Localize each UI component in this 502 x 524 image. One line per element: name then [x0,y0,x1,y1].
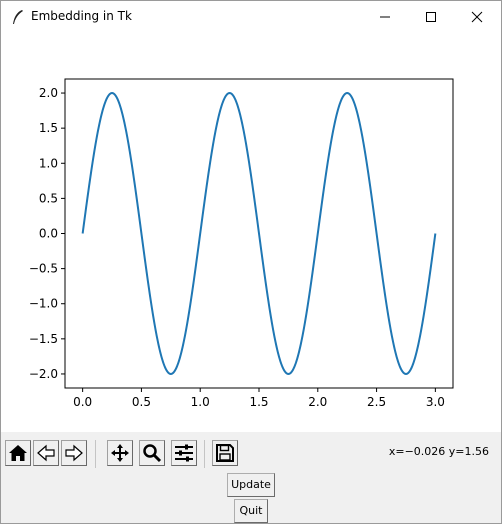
floppy-disk-icon [216,444,234,462]
toolbar-separator [204,440,205,468]
close-button[interactable] [454,1,500,32]
x-tick-label: 0.5 [132,395,151,409]
x-tick-label: 2.5 [367,395,386,409]
window-title: Embedding in Tk [31,9,132,23]
y-tick-label: 1.5 [39,121,58,135]
update-button[interactable]: Update [227,473,275,497]
title-bar[interactable]: Embedding in Tk [1,1,501,32]
cursor-coordinates: x=−0.026 y=1.56 [388,445,489,458]
minimize-button[interactable] [362,1,408,32]
feather-icon [13,10,23,24]
y-tick-label: −2.0 [29,367,58,381]
y-tick-label: 1.0 [39,156,58,170]
maximize-icon [426,12,436,22]
x-tick-label: 1.0 [191,395,210,409]
plot-canvas[interactable]: 0.0 0.5 1.0 1.5 2.0 2.5 3.0 2.0 1.5 1.0 0.5 0.0 −0.5… [1,32,501,432]
y-tick-label: 0.0 [39,227,58,241]
x-tick-label: 1.5 [249,395,268,409]
navigation-toolbar: x=−0.026 y=1.56 [1,432,501,472]
quit-button[interactable]: Quit [234,499,268,523]
x-tick-label: 3.0 [426,395,445,409]
sliders-icon [175,444,193,462]
y-tick-label: 2.0 [39,86,58,100]
x-tick-label: 2.0 [308,395,327,409]
y-tick-label: −0.5 [29,262,58,276]
forward-button[interactable] [61,440,87,466]
maximize-button[interactable] [408,1,454,32]
close-icon [471,11,483,23]
pan-button[interactable] [107,440,133,466]
toolbar-separator [95,440,96,468]
app-window: Embedding in Tk 0.0 0.5 1.0 1.5 2.0 2.5 3.0 2.0… [0,0,502,524]
x-tick-label: 0.0 [73,395,92,409]
magnifier-icon [143,444,162,463]
zoom-button[interactable] [139,440,165,466]
y-tick-label: −1.5 [29,332,58,346]
forward-arrow-icon [65,444,83,462]
back-arrow-icon [37,444,55,462]
y-tick-label: 0.5 [39,191,58,205]
sine-chart: 0.0 0.5 1.0 1.5 2.0 2.5 3.0 2.0 1.5 1.0 0.5 0.0 −0.5… [29,78,454,409]
sine-series-line [81,92,437,375]
save-button[interactable] [212,440,238,466]
minimize-icon [380,16,390,18]
move-icon [111,444,129,462]
back-button[interactable] [33,440,59,466]
y-tick-label: −1.0 [29,297,58,311]
home-button[interactable] [5,440,31,466]
subplots-button[interactable] [171,440,197,466]
home-icon [9,445,27,461]
